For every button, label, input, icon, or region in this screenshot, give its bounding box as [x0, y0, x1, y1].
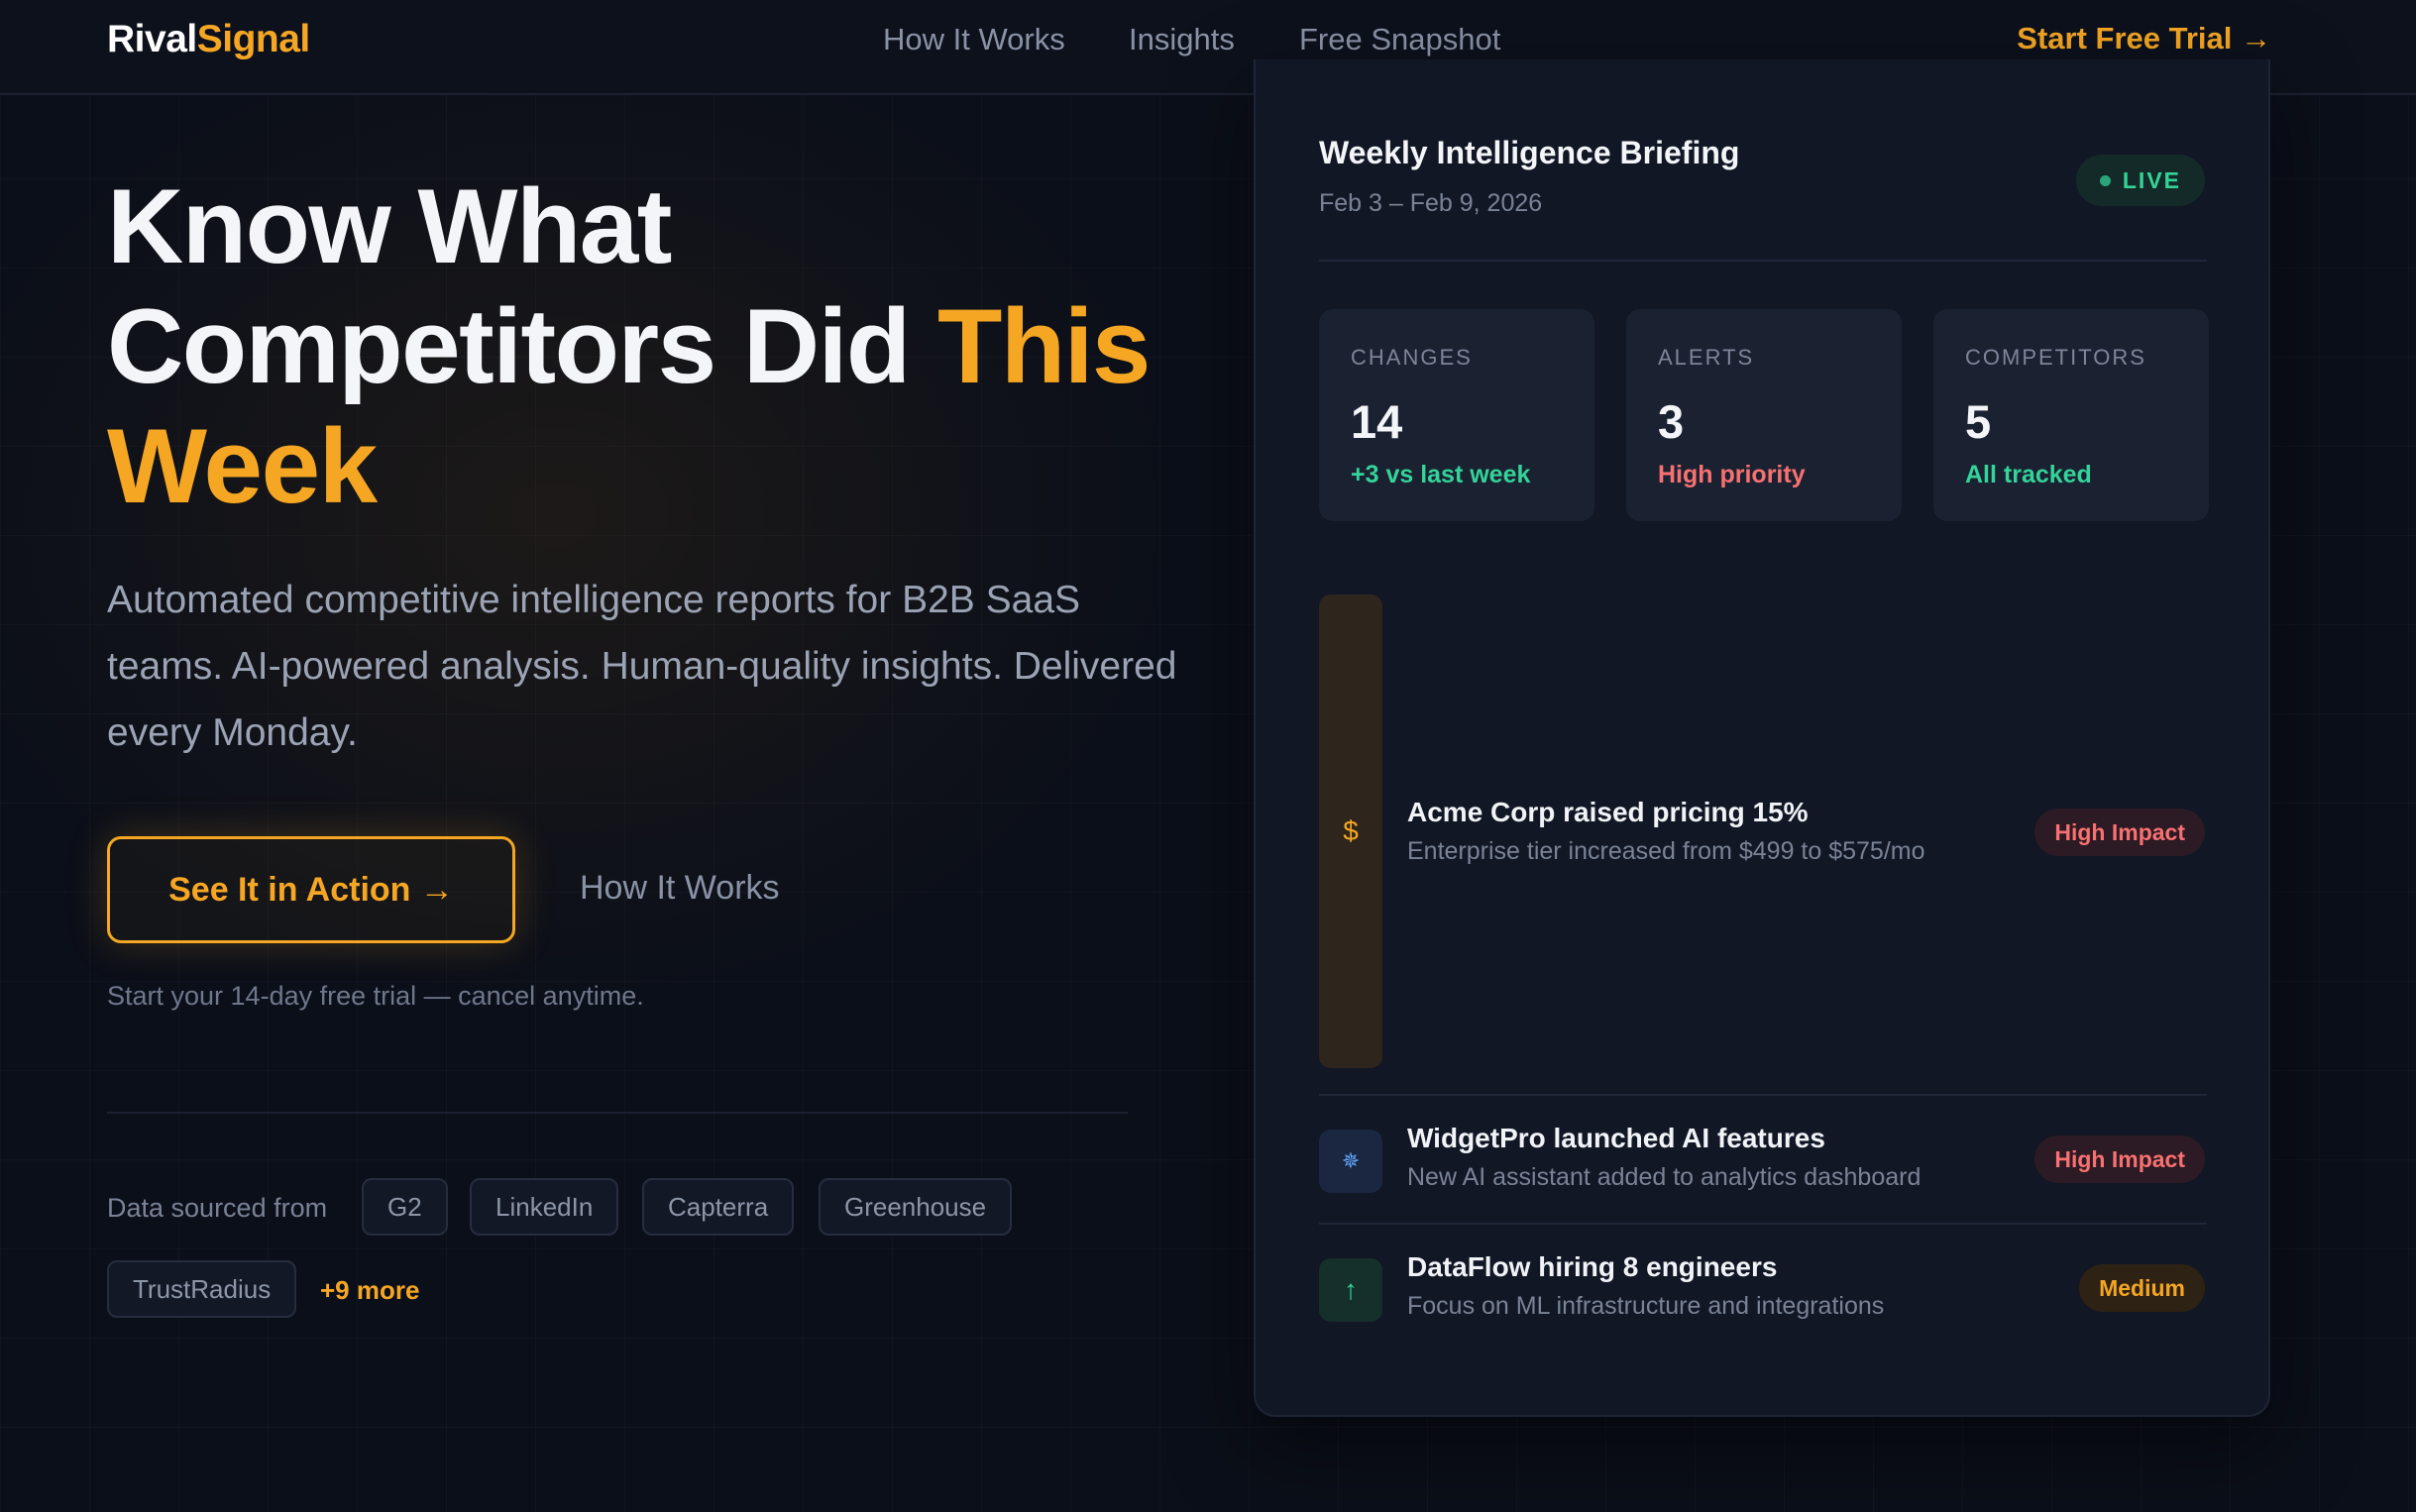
- start-free-trial-button[interactable]: Start Free Trial →: [2017, 21, 2271, 56]
- source-chip-capterra: Capterra: [642, 1178, 795, 1236]
- logo-text-signal: Signal: [196, 18, 311, 60]
- source-chip-linkedin: LinkedIn: [470, 1178, 619, 1236]
- hero-subtitle: Automated competitive intelligence repor…: [107, 579, 1177, 754]
- source-chip-trustradius: TrustRadius: [107, 1260, 297, 1318]
- item-divider: [1319, 1223, 2207, 1225]
- sources-label: Data sourced from: [107, 1193, 328, 1223]
- intel-item-title[interactable]: WidgetPro launched AI features: [1407, 1123, 1825, 1154]
- stat-value: 14: [1351, 395, 1403, 448]
- hero-title-line2: Competitors Did: [107, 286, 937, 405]
- intel-item-title[interactable]: DataFlow hiring 8 engineers: [1407, 1251, 1777, 1283]
- stat-card-competitors: COMPETITORS 5 All tracked: [1933, 309, 2209, 521]
- arrow-up-icon: ↑: [1319, 1258, 1382, 1322]
- live-dot-icon: [2099, 174, 2111, 186]
- source-chip-g2: G2: [362, 1178, 448, 1236]
- stat-label: CHANGES: [1351, 345, 1473, 370]
- card-divider: [1319, 260, 2207, 262]
- source-chip-greenhouse: Greenhouse: [819, 1178, 1013, 1236]
- sparkle-icon: ✵: [1319, 1130, 1382, 1193]
- briefing-date-range: Feb 3 – Feb 9, 2026: [1319, 189, 1543, 217]
- briefing-card: Weekly Intelligence Briefing Feb 3 – Feb…: [1254, 59, 2270, 1417]
- briefing-title: Weekly Intelligence Briefing: [1319, 135, 1740, 170]
- impact-badge: High Impact: [2034, 1135, 2205, 1183]
- impact-badge: High Impact: [2034, 809, 2205, 856]
- nav-link-free-snapshot[interactable]: Free Snapshot: [1299, 22, 1500, 57]
- see-it-in-action-button[interactable]: See It in Action →: [107, 836, 515, 943]
- trial-note: Start your 14-day free trial — cancel an…: [107, 981, 644, 1011]
- hero-title: Know What Competitors Did This Week: [107, 166, 1197, 526]
- how-it-works-button[interactable]: How It Works: [580, 869, 780, 908]
- intel-item-desc: New AI assistant added to analytics dash…: [1407, 1163, 1922, 1191]
- live-badge: LIVE: [2075, 155, 2205, 206]
- stat-card-alerts: ALERTS 3 High priority: [1626, 309, 1902, 521]
- nav-link-how-it-works[interactable]: How It Works: [883, 22, 1065, 57]
- item-divider: [1319, 1094, 2207, 1096]
- more-sources-link[interactable]: +9 more: [320, 1275, 419, 1306]
- stat-value: 3: [1658, 395, 1685, 448]
- hero-title-accent-this: This: [936, 286, 1151, 405]
- hero-title-line1: Know What: [107, 166, 672, 285]
- hero-title-accent-week: Week: [107, 406, 378, 525]
- stat-label: COMPETITORS: [1965, 345, 2146, 370]
- intel-item-desc: Enterprise tier increased from $499 to $…: [1407, 837, 1925, 865]
- live-label: LIVE: [2122, 166, 2181, 193]
- intel-item-desc: Focus on ML infrastructure and integrati…: [1407, 1292, 1885, 1320]
- stat-card-changes: CHANGES 14 +3 vs last week: [1319, 309, 1594, 521]
- intel-item-title[interactable]: Acme Corp raised pricing 15%: [1407, 797, 1809, 828]
- stat-note: High priority: [1658, 461, 1806, 488]
- impact-badge: Medium: [2079, 1264, 2205, 1312]
- logo-text-rival: Rival: [107, 18, 197, 60]
- logo[interactable]: RivalSignal: [107, 18, 310, 61]
- nav-link-insights[interactable]: Insights: [1129, 22, 1235, 57]
- stat-value: 5: [1965, 395, 1992, 448]
- stat-note: +3 vs last week: [1351, 461, 1531, 488]
- dollar-icon: $: [1319, 594, 1382, 1068]
- divider: [107, 1112, 1128, 1114]
- stat-note: All tracked: [1965, 461, 2092, 488]
- stat-label: ALERTS: [1658, 345, 1755, 370]
